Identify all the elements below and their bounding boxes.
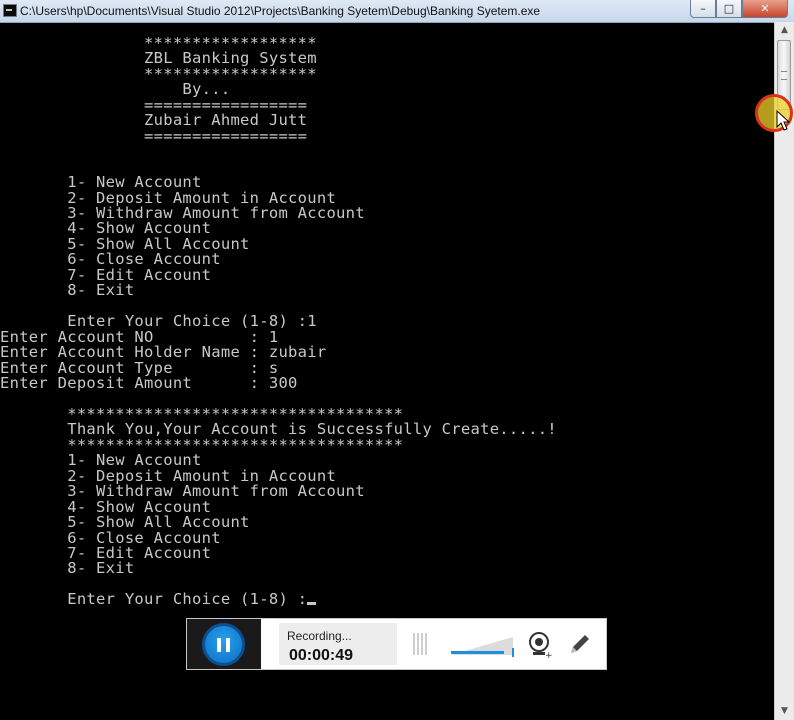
recorder-control-panel [187,619,261,669]
console-app-icon [3,4,17,17]
close-button[interactable]: ✕ [742,0,788,18]
pause-icon [226,638,230,652]
console-line: Enter Deposit Amount : 300 [0,373,298,392]
pen-annotate-icon[interactable] [567,631,593,657]
maximize-button[interactable]: □ [716,0,742,18]
audio-volume-slider[interactable] [451,633,517,657]
console-line: Enter Your Choice (1-8) : [0,590,308,609]
mouse-pointer-icon [776,110,791,131]
scroll-up-arrow-icon[interactable]: ▲ [775,22,794,39]
recording-timer: 00:00:49 [289,647,354,664]
pause-recording-button[interactable] [202,623,245,666]
recording-info: Recording... 00:00:49 [279,623,397,665]
drag-handle-icon[interactable] [413,633,427,655]
recording-status: Recording... [287,629,352,643]
console-line: 8- Exit [0,281,135,300]
console-output-area[interactable]: ****************** ZBL Banking System **… [0,22,774,720]
scroll-down-arrow-icon[interactable]: ▼ [775,703,794,720]
console-line: 8- Exit [0,559,135,578]
minimize-button[interactable]: – [690,0,716,18]
thumb-grip-icon [781,71,787,80]
console-text: ****************** ZBL Banking System **… [0,35,557,609]
console-line: ================= [0,126,308,145]
window-title: C:\Users\hp\Documents\Visual Studio 2012… [20,4,541,18]
text-cursor [307,602,317,606]
svg-text:+: + [545,651,553,659]
pause-icon [217,638,221,652]
webcam-icon[interactable]: + [527,631,553,659]
window-title-bar[interactable]: C:\Users\hp\Documents\Visual Studio 2012… [0,0,794,23]
screen-recorder-toolbar: Recording... 00:00:49 + [186,618,607,670]
